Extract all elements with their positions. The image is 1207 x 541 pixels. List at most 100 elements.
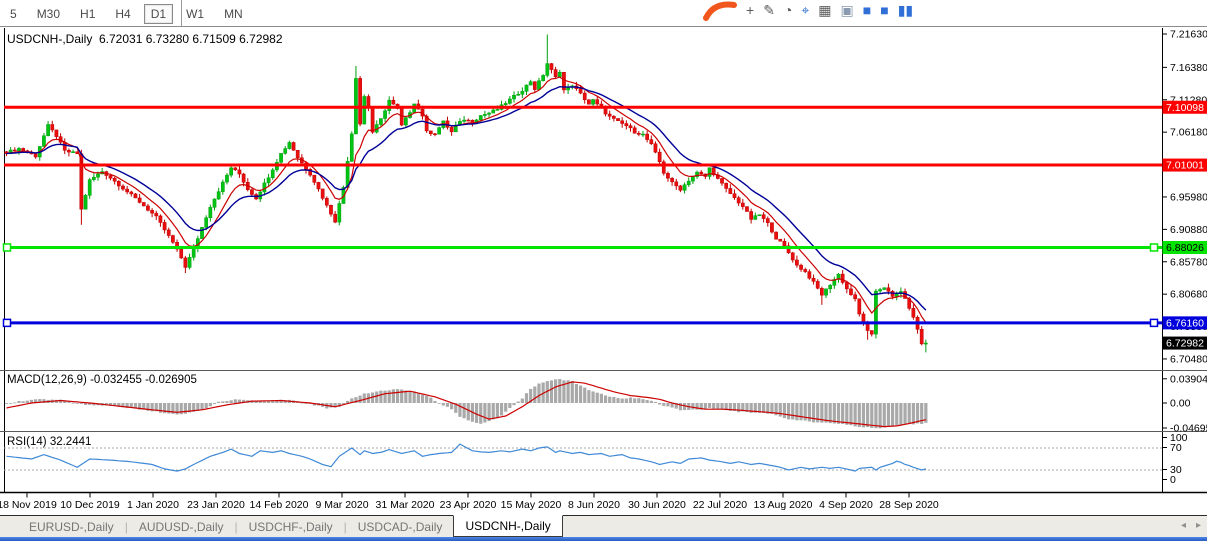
macd-histogram-bar [720,403,723,409]
rsi-axis-label: 0 [1170,474,1176,486]
timeframe-button-h4[interactable]: H4 [108,4,137,24]
candle [537,81,540,90]
chart-tab-usdcad[interactable]: USDCAD-,Daily [347,516,454,537]
macd-histogram-bar [629,397,632,403]
chart-tab-usdcnh[interactable]: USDCNH-,Daily [453,515,562,537]
macd-histogram-bar [80,403,83,404]
tab-scroll-right-icon[interactable]: ▸ [1196,520,1201,532]
panel2-icon[interactable]: ■ [880,3,888,17]
candle [388,100,391,111]
timeframe-button-5[interactable]: 5 [3,4,24,24]
candle [117,181,120,186]
candle [350,134,353,161]
candle [745,207,748,212]
candle [762,215,765,219]
pencil-icon[interactable]: ✎ [763,3,775,17]
candle [267,178,270,183]
price-axis-label: 6.95980 [1170,191,1207,203]
macd-histogram-bar [479,403,482,424]
macd-histogram-bar [442,403,445,406]
macd-histogram-bar [691,403,694,410]
candle [379,119,382,125]
candle [279,153,282,162]
macd-histogram-bar [392,389,395,403]
candle [113,178,116,181]
timeframe-button-mn[interactable]: MN [217,4,250,24]
macd-histogram-bar [799,403,802,420]
tab-scroll-left-icon[interactable]: ◂ [1181,520,1186,532]
clock-icon[interactable]: ◔ [784,3,792,17]
date-axis-label: 23 Jan 2020 [187,499,245,511]
candle [371,108,374,132]
candle [558,72,561,76]
line-handle[interactable] [4,319,11,326]
macd-histogram-bar [217,402,220,403]
candle [924,343,927,344]
candle [200,227,203,238]
macd-histogram-bar [641,399,644,403]
candle [845,282,848,288]
macd-histogram-bar [359,396,362,403]
chart-tab-eurusd[interactable]: EURUSD-,Daily [18,516,125,537]
line-handle[interactable] [4,244,11,251]
date-axis-label: 23 Apr 2020 [440,499,497,511]
macd-histogram-bar [658,403,661,405]
candle [666,173,669,178]
macd-axis-label: 0.00 [1170,398,1191,410]
candle [450,127,453,132]
macd-histogram-bar [537,383,540,403]
candle [608,114,611,116]
macd-histogram-bar [783,403,786,418]
price-badge-label: 6.88026 [1166,242,1204,254]
candle [791,253,794,260]
macd-histogram-bar [712,403,715,409]
candle [529,82,532,85]
macd-histogram-bar [883,403,886,428]
candle [729,188,732,193]
timeframe-button-h1[interactable]: H1 [73,4,102,24]
macd-histogram-bar [450,403,453,409]
macd-histogram-bar [608,397,611,403]
chart-tab-usdchf[interactable]: USDCHF-,Daily [238,516,344,537]
macd-histogram-bar [22,401,25,403]
candle [467,120,470,121]
macd-histogram-bar [787,403,790,419]
target-icon[interactable]: ⌖ [801,3,809,17]
line-handle[interactable] [1151,244,1158,251]
chart-columns-icon[interactable]: ▮▮ [898,3,913,17]
candle [700,172,703,174]
candle [334,214,337,222]
candle [121,186,124,189]
macd-histogram-bar [346,401,349,403]
chart-area[interactable]: 7.216307.163807.112807.061807.010806.959… [0,28,1207,516]
candle [795,260,798,265]
candle [775,232,778,239]
candle [242,174,245,182]
date-axis-label: 4 Sep 2020 [819,499,873,511]
candle [920,329,923,344]
candle [720,178,723,183]
panel-icon[interactable]: ■ [863,3,871,17]
timeframe-button-w1[interactable]: W1 [179,4,211,24]
chart-tab-audusd[interactable]: AUDUSD-,Daily [128,516,235,537]
macd-histogram-bar [708,403,711,408]
timeframe-button-m30[interactable]: M30 [30,4,67,24]
candle [84,195,87,209]
toolbar-icons: + ✎ ◔ ⌖ ▦ ▣ ■ ■ ▮▮ [703,0,913,27]
macd-histogram-bar [71,403,74,404]
window-icon[interactable]: ▣ [841,3,854,17]
macd-histogram-bar [9,403,12,404]
candle [691,177,694,182]
candle [329,205,332,214]
candle [167,230,170,236]
candle [824,289,827,295]
grid-icon[interactable]: ▦ [818,3,831,17]
macd-histogram-bar [388,390,391,403]
line-handle[interactable] [1151,319,1158,326]
price-axis-label: 6.80680 [1170,289,1207,301]
chart-title: USDCNH-,Daily 6.72031 6.73280 6.71509 6.… [7,32,283,46]
macd-histogram-bar [908,403,911,424]
crosshair-icon[interactable]: + [746,3,754,17]
macd-histogram-bar [912,403,915,424]
timeframe-button-d1[interactable]: D1 [144,4,173,24]
